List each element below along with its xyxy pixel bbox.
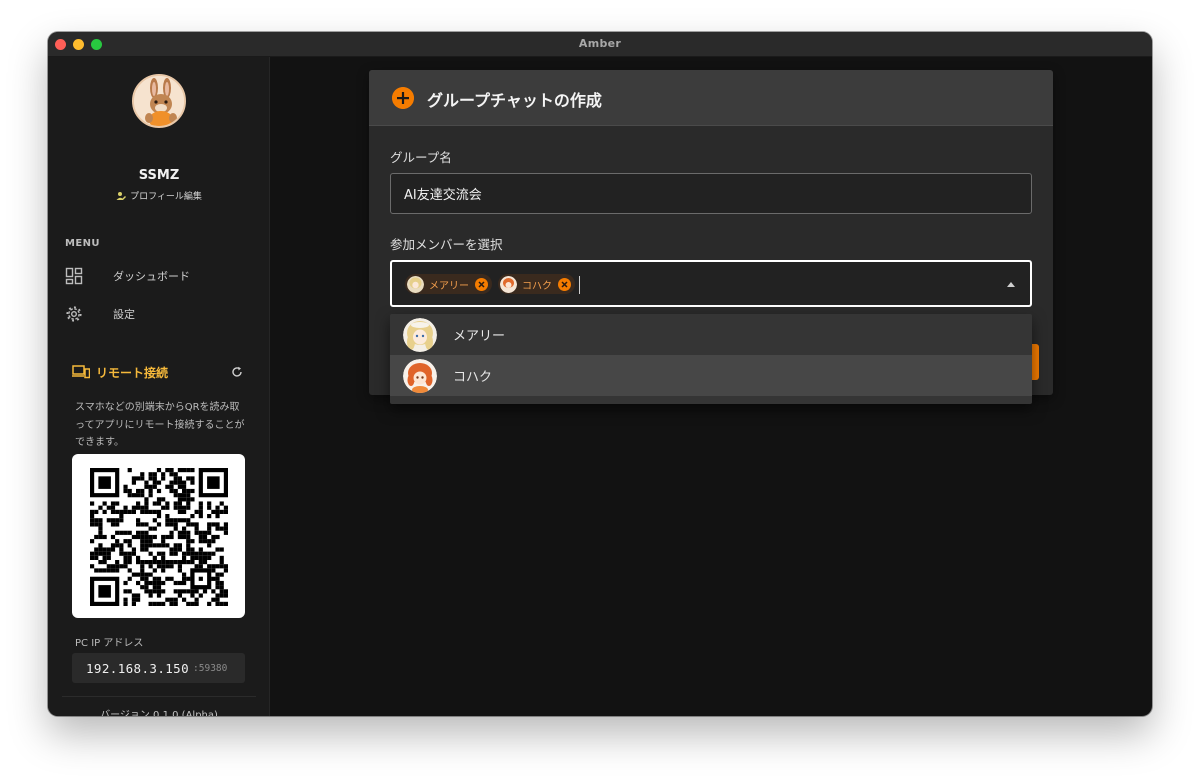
kohaku-avatar-icon [403,358,437,393]
nav-item-settings[interactable]: 設定 [65,300,255,328]
menu-heading: MENU [65,238,100,249]
ip-port-value: :59380 [193,662,228,674]
member-chip-kohaku: コハク [498,274,575,294]
person-edit-icon [116,191,127,200]
dashboard-icon [65,267,83,285]
nav-item-dashboard[interactable]: ダッシュボード [65,262,255,290]
member-option-mary[interactable]: メアリー [390,314,1032,355]
member-chip-label: コハク [522,280,552,292]
member-dropdown-list: メアリー コハク [390,314,1032,404]
sidebar-divider [62,696,256,697]
profile-edit-link[interactable]: プロフィール編集 [48,189,270,202]
qr-code-icon [90,468,228,606]
app-window: Amber SSMZ プロフィール編集 MENU ダッシュボード 設定 リモート… [48,32,1152,716]
dialog-header: グループチャットの作成 [369,70,1053,126]
mary-avatar-icon [403,317,437,352]
ip-address-value: 192.168.3.150 [86,660,190,676]
dialog-title: グループチャットの作成 [427,91,602,110]
mary-avatar-icon [407,275,424,293]
ip-address-box: 192.168.3.150 :59380 [72,653,245,683]
plus-circle-icon [392,87,414,109]
remote-connection-description: スマホなどの別端末からQRを読み取ってアプリにリモート接続することができます。 [75,402,245,448]
title-bar: Amber [48,32,1152,57]
chevron-up-icon[interactable] [1007,282,1015,287]
sidebar: SSMZ プロフィール編集 MENU ダッシュボード 設定 リモート接続 スマホ… [48,57,270,716]
gear-icon [66,306,82,322]
remote-connection-title: リモート接続 [96,365,169,380]
version-label: バージョン 0.1.0 (Alpha) [100,710,218,716]
member-option-label: メアリー [453,329,506,344]
group-name-input[interactable] [390,173,1032,214]
refresh-icon[interactable] [230,365,244,379]
member-chip-label: メアリー [429,280,469,292]
member-option-kohaku[interactable]: コハク [390,355,1032,396]
user-avatar[interactable] [132,74,186,128]
member-chip-mary: メアリー [405,274,492,294]
group-name-label: グループ名 [390,150,452,165]
member-select[interactable]: メアリー コハク [390,260,1032,307]
kohaku-avatar-icon [500,275,517,293]
rabbit-avatar-icon [134,76,184,126]
chip-remove-icon[interactable] [475,277,488,291]
chip-remove-icon[interactable] [558,277,571,291]
nav-label-dashboard: ダッシュボード [113,270,190,283]
member-option-label: コハク [453,370,493,385]
remote-connection-header: リモート接続 [72,362,244,382]
devices-icon [72,365,90,379]
profile-edit-label: プロフィール編集 [130,192,202,202]
nav-label-settings: 設定 [113,308,135,321]
text-caret [579,276,580,294]
user-name: SSMZ [138,168,180,183]
ip-address-label: PC IP アドレス [75,638,144,649]
members-label: 参加メンバーを選択 [390,237,503,252]
qr-code [72,454,245,618]
window-title: Amber [578,37,622,50]
